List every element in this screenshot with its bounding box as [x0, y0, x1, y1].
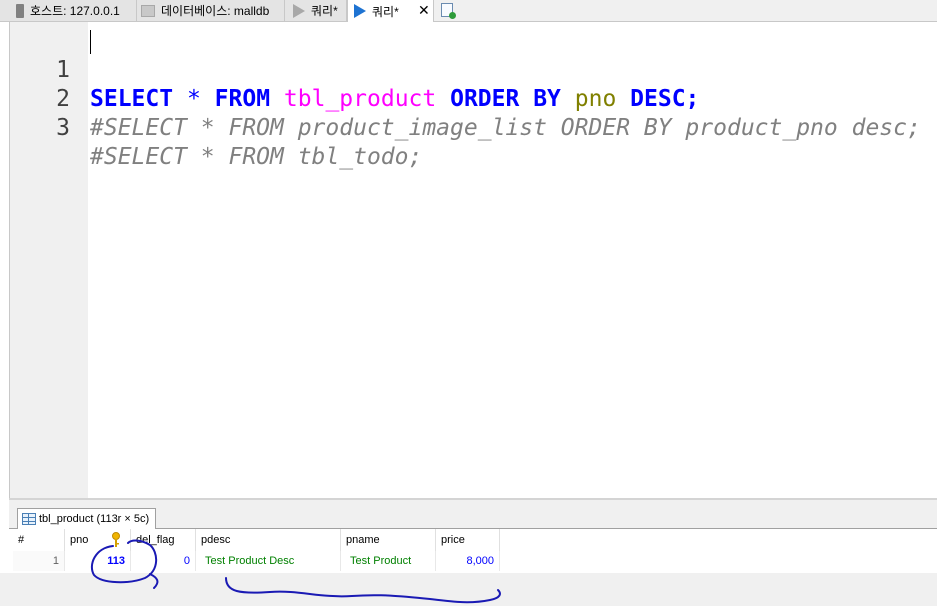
row-number: 1: [13, 551, 65, 571]
cell-pname[interactable]: Test Product: [341, 551, 436, 571]
sql-comment: #SELECT * FROM tbl_todo;: [90, 144, 423, 170]
table-grid-icon: [22, 513, 36, 525]
editor-line-2: 2 #SELECT * FROM product_image_list ORDE…: [10, 56, 937, 141]
column-header-price[interactable]: price: [436, 529, 500, 551]
text-caret: [90, 30, 91, 54]
column-header-del-flag[interactable]: del_flag: [131, 529, 196, 551]
result-tab[interactable]: tbl_product (113r × 5c): [17, 508, 157, 529]
query-tab-bar: 호스트: 127.0.0.1 데이터베이스: malldb 쿼리* 쿼리* ✕: [0, 0, 937, 22]
new-query-icon[interactable]: [441, 3, 456, 19]
tab-database[interactable]: 데이터베이스: malldb: [137, 0, 285, 21]
result-tab-bar: tbl_product (113r × 5c): [9, 500, 937, 529]
column-header-pdesc[interactable]: pdesc: [196, 529, 341, 551]
tab-host-label: 호스트: 127.0.0.1: [30, 4, 120, 18]
cell-price[interactable]: 8,000: [436, 551, 500, 571]
play-icon: [354, 4, 366, 18]
result-grid[interactable]: # pno del_flag pdesc pname price 1 113 0…: [9, 529, 937, 573]
tab-query-1[interactable]: 쿼리*: [285, 0, 347, 21]
result-tab-label: tbl_product (113r × 5c): [39, 513, 150, 525]
cell-pno[interactable]: 113: [65, 551, 131, 571]
sql-editor[interactable]: 1 SELECT * FROM tbl_product ORDER BY pno…: [9, 22, 937, 498]
line-number: 3: [56, 115, 70, 141]
primary-key-icon: [112, 532, 120, 547]
server-icon: [16, 3, 24, 18]
editor-line-3: 3 #SELECT * FROM tbl_todo;: [10, 85, 937, 170]
sql-comment: #SELECT * FROM product_image_list ORDER …: [90, 115, 921, 141]
tab-query-2-label: 쿼리*: [372, 4, 399, 19]
cell-pdesc[interactable]: Test Product Desc: [196, 551, 341, 571]
column-header-pname[interactable]: pname: [341, 529, 436, 551]
close-icon[interactable]: ✕: [418, 2, 430, 19]
play-icon: [293, 3, 305, 18]
column-header-rownum[interactable]: #: [13, 529, 65, 551]
database-icon: [141, 4, 155, 17]
tab-host[interactable]: 호스트: 127.0.0.1: [0, 0, 137, 21]
editor-line-1: 1 SELECT * FROM tbl_product ORDER BY pno…: [10, 27, 937, 112]
cell-del-flag[interactable]: 0: [131, 551, 196, 571]
tab-database-label: 데이터베이스: malldb: [161, 4, 270, 18]
tab-query-1-label: 쿼리*: [311, 4, 338, 18]
status-area: [0, 573, 937, 606]
